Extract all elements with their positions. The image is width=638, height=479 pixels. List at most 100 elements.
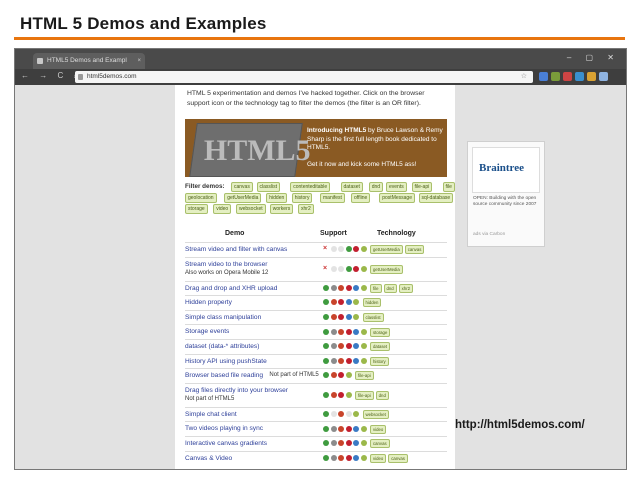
browser-support-icon[interactable] bbox=[353, 357, 359, 364]
demo-link[interactable]: Drag files directly into your browser bbox=[185, 387, 288, 394]
book-banner[interactable]: HTML5 Introducing HTML5 by Bruce Lawson … bbox=[185, 119, 447, 177]
browser-support-icon[interactable] bbox=[323, 425, 329, 432]
extension-icon[interactable] bbox=[599, 72, 608, 81]
browser-support-icon[interactable] bbox=[345, 284, 352, 291]
extension-icon[interactable] bbox=[539, 72, 548, 81]
demo-link[interactable]: Stream video to the browser bbox=[185, 261, 267, 268]
filter-tag-video[interactable]: video bbox=[213, 204, 232, 214]
browser-support-icon[interactable] bbox=[323, 343, 329, 350]
browser-support-icon[interactable] bbox=[345, 314, 352, 321]
browser-support-icon[interactable] bbox=[345, 425, 352, 432]
unsupported-icon[interactable]: × bbox=[323, 265, 329, 272]
browser-support-icon[interactable] bbox=[323, 328, 329, 335]
tech-tag-hidden[interactable]: hidden bbox=[362, 298, 382, 308]
filter-tag-classlist[interactable]: classlist bbox=[256, 182, 281, 192]
filter-tag-postMessage[interactable]: postMessage bbox=[379, 193, 415, 203]
unsupported-icon[interactable]: × bbox=[323, 245, 329, 252]
filter-tag-file-api[interactable]: file-api bbox=[411, 182, 433, 192]
demo-link[interactable]: History API using pushState bbox=[185, 358, 267, 365]
demo-link[interactable]: Browser based file reading bbox=[185, 372, 263, 379]
browser-support-icon[interactable] bbox=[353, 299, 359, 306]
browser-support-icon[interactable] bbox=[353, 440, 359, 447]
browser-support-icon[interactable] bbox=[345, 328, 352, 335]
browser-support-icon[interactable] bbox=[330, 343, 337, 350]
extension-icon[interactable] bbox=[575, 72, 584, 81]
browser-support-icon[interactable] bbox=[323, 299, 329, 306]
browser-support-icon[interactable] bbox=[345, 391, 352, 398]
browser-support-icon[interactable] bbox=[360, 454, 367, 461]
browser-support-icon[interactable] bbox=[323, 391, 329, 398]
window-controls[interactable]: – ▢ ✕ bbox=[567, 53, 620, 62]
browser-support-icon[interactable] bbox=[330, 314, 337, 321]
tab-close-icon[interactable]: × bbox=[137, 53, 141, 69]
browser-tab[interactable]: HTML5 Demos and Exampl × bbox=[33, 53, 145, 69]
browser-support-icon[interactable] bbox=[330, 284, 337, 291]
browser-support-icon[interactable] bbox=[330, 391, 337, 398]
browser-support-icon[interactable] bbox=[338, 265, 344, 272]
browser-support-icon[interactable] bbox=[345, 454, 352, 461]
browser-support-icon[interactable] bbox=[330, 411, 337, 418]
browser-support-icon[interactable] bbox=[338, 440, 344, 447]
tech-tag-dnd[interactable]: dnd bbox=[375, 390, 389, 400]
browser-support-icon[interactable] bbox=[353, 314, 359, 321]
browser-support-icon[interactable] bbox=[338, 246, 344, 253]
extension-icon[interactable] bbox=[551, 72, 560, 81]
browser-support-icon[interactable] bbox=[323, 284, 329, 291]
browser-support-icon[interactable] bbox=[338, 314, 344, 321]
browser-support-icon[interactable] bbox=[338, 372, 344, 379]
browser-support-icon[interactable] bbox=[338, 328, 344, 335]
browser-support-icon[interactable] bbox=[323, 357, 329, 364]
filter-tag-canvas[interactable]: canvas bbox=[231, 182, 253, 192]
tech-tag-websocket[interactable]: websocket bbox=[362, 410, 389, 420]
filter-tag-contenteditable[interactable]: contenteditable bbox=[290, 182, 331, 192]
browser-support-icon[interactable] bbox=[353, 265, 359, 272]
demo-link[interactable]: Canvas & Video bbox=[185, 455, 232, 462]
browser-support-icon[interactable] bbox=[353, 425, 359, 432]
ad-attribution[interactable]: ads via Carbon bbox=[473, 232, 505, 237]
banner-cta[interactable]: Get it now and kick some HTML5 ass! bbox=[307, 161, 416, 168]
tech-tag-storage[interactable]: storage bbox=[370, 327, 391, 337]
browser-support-icon[interactable] bbox=[338, 299, 344, 306]
tech-tag-classlist[interactable]: classlist bbox=[362, 313, 384, 323]
filter-tag-xhr2[interactable]: xhr2 bbox=[298, 204, 314, 214]
browser-support-icon[interactable] bbox=[323, 314, 329, 321]
filter-tag-offline[interactable]: offline bbox=[351, 193, 371, 203]
browser-support-icon[interactable] bbox=[330, 454, 337, 461]
demo-link[interactable]: dataset (data-* attributes) bbox=[185, 343, 259, 350]
browser-support-icon[interactable] bbox=[338, 425, 344, 432]
navigation-buttons[interactable]: ← → C ⌂ bbox=[21, 71, 82, 80]
bookmark-star-icon[interactable]: ☆ bbox=[521, 71, 529, 83]
tech-tag-xhr2[interactable]: xhr2 bbox=[398, 283, 414, 293]
demo-link[interactable]: Simple class manipulation bbox=[185, 314, 261, 321]
filter-tag-hidden[interactable]: hidden bbox=[266, 193, 288, 203]
browser-support-icon[interactable] bbox=[353, 246, 359, 253]
filter-tag-dnd[interactable]: dnd bbox=[368, 182, 384, 192]
demo-link[interactable]: Drag and drop and XHR upload bbox=[185, 285, 277, 292]
browser-support-icon[interactable] bbox=[360, 440, 367, 447]
browser-support-icon[interactable] bbox=[353, 343, 359, 350]
browser-support-icon[interactable] bbox=[323, 411, 329, 418]
address-bar[interactable]: html5demos.com ☆ bbox=[75, 71, 533, 83]
browser-support-icon[interactable] bbox=[323, 372, 329, 379]
browser-support-icon[interactable] bbox=[330, 328, 337, 335]
browser-support-icon[interactable] bbox=[345, 265, 352, 272]
browser-support-icon[interactable] bbox=[338, 391, 344, 398]
filter-tag-file[interactable]: file bbox=[442, 182, 455, 192]
browser-support-icon[interactable] bbox=[353, 454, 359, 461]
browser-support-icon[interactable] bbox=[345, 440, 352, 447]
browser-support-icon[interactable] bbox=[338, 343, 344, 350]
browser-support-icon[interactable] bbox=[330, 440, 337, 447]
tech-tag-getUserMedia[interactable]: getUserMedia bbox=[370, 245, 403, 255]
filter-tag-workers[interactable]: workers bbox=[269, 204, 294, 214]
browser-support-icon[interactable] bbox=[360, 328, 367, 335]
demo-link[interactable]: Stream video and filter with canvas bbox=[185, 246, 287, 253]
filter-tag-geolocation[interactable]: geolocation bbox=[185, 193, 217, 203]
tech-tag-file-api[interactable]: file-api bbox=[355, 390, 374, 400]
browser-support-icon[interactable] bbox=[323, 454, 329, 461]
demo-link[interactable]: Simple chat client bbox=[185, 411, 237, 418]
demo-link[interactable]: Hidden property bbox=[185, 299, 232, 306]
tech-tag-dnd[interactable]: dnd bbox=[383, 283, 397, 293]
tech-tag-history[interactable]: history bbox=[370, 356, 389, 366]
browser-support-icon[interactable] bbox=[330, 357, 337, 364]
tech-tag-video[interactable]: video bbox=[370, 424, 387, 434]
